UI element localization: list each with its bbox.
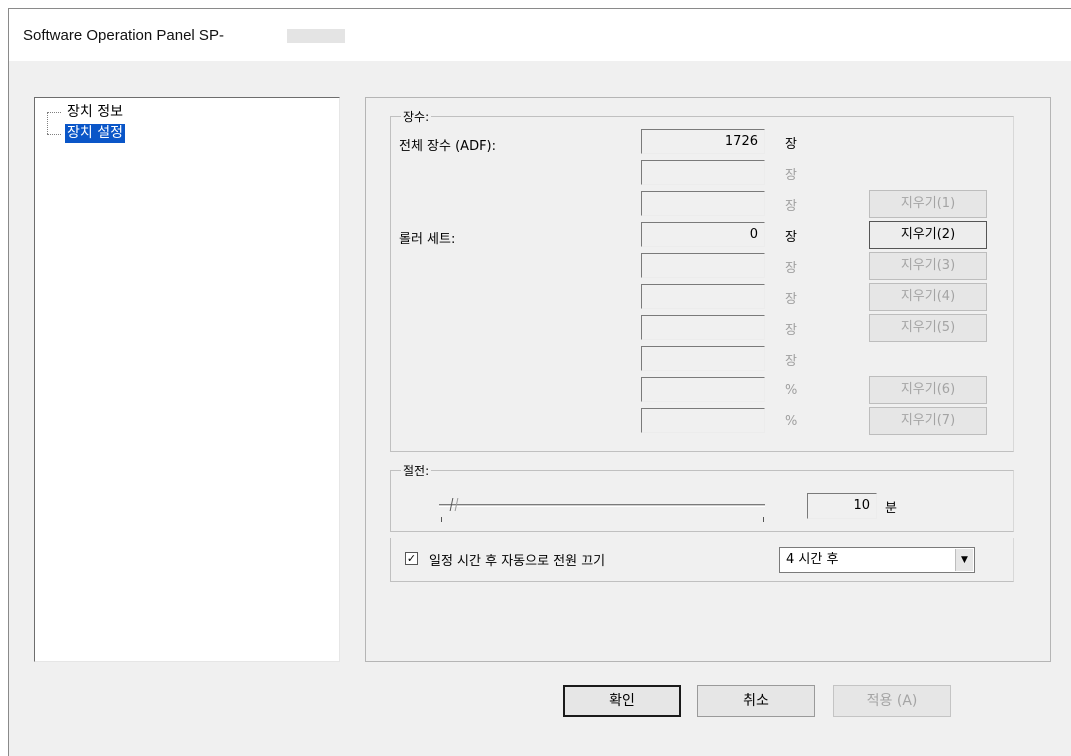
tree-item-device-info[interactable]: 장치 정보: [65, 103, 125, 122]
sheet-count-group: 장수: 전체 장수 (ADF): 롤러 세트: 1726 장 장 장 지우기(1…: [390, 108, 1014, 452]
count-field-1: 1726: [641, 129, 765, 154]
tree-connector: [47, 134, 61, 135]
power-saving-group: 절전: 10 분: [390, 462, 1014, 532]
count-field-4: 0: [641, 222, 765, 247]
count-field-9: [641, 377, 765, 402]
count-unit-7: 장: [785, 323, 797, 338]
settings-panel: 장수: 전체 장수 (ADF): 롤러 세트: 1726 장 장 장 지우기(1…: [365, 97, 1051, 662]
tree-item-device-settings[interactable]: 장치 설정: [65, 124, 125, 143]
count-unit-6: 장: [785, 292, 797, 307]
count-field-6: [641, 284, 765, 309]
clear-button-6[interactable]: 지우기(6): [869, 376, 987, 404]
count-unit-5: 장: [785, 261, 797, 276]
count-field-7: [641, 315, 765, 340]
title-bar: Software Operation Panel SP-: [9, 9, 1071, 61]
auto-power-off-group: ✓ 일정 시간 후 자동으로 전원 끄기 4 시간 후 ▼: [390, 538, 1014, 582]
settings-tree: 장치 정보 장치 설정: [34, 97, 340, 662]
clear-button-1[interactable]: 지우기(1): [869, 190, 987, 218]
count-field-10: [641, 408, 765, 433]
power-saving-group-label: 절전:: [401, 462, 432, 479]
auto-power-off-select-value: 4 시간 후: [786, 552, 839, 567]
clear-button-7[interactable]: 지우기(7): [869, 407, 987, 435]
auto-power-off-select[interactable]: 4 시간 후 ▼: [779, 547, 975, 573]
auto-power-off-checkbox[interactable]: ✓: [405, 552, 418, 565]
count-field-2: [641, 160, 765, 185]
power-saving-slider-track[interactable]: [439, 504, 765, 507]
tree-connector: [47, 112, 61, 113]
count-unit-8: 장: [785, 354, 797, 369]
count-field-8: [641, 346, 765, 371]
clear-button-5[interactable]: 지우기(5): [869, 314, 987, 342]
count-unit-10: %: [785, 414, 798, 429]
clear-button-3[interactable]: 지우기(3): [869, 252, 987, 280]
count-field-3: [641, 191, 765, 216]
count-unit-4: 장: [785, 230, 797, 245]
redacted-model-number: [287, 29, 345, 43]
count-unit-3: 장: [785, 199, 797, 214]
clear-button-2[interactable]: 지우기(2): [869, 221, 987, 249]
apply-button[interactable]: 적용 (A): [833, 685, 951, 717]
window-title: Software Operation Panel SP-: [23, 27, 224, 44]
auto-power-off-label: 일정 시간 후 자동으로 전원 끄기: [429, 554, 606, 569]
sheet-count-group-label: 장수:: [401, 108, 432, 125]
count-unit-2: 장: [785, 168, 797, 183]
clear-button-4[interactable]: 지우기(4): [869, 283, 987, 311]
total-count-label: 전체 장수 (ADF):: [399, 139, 497, 154]
dialog-window: Software Operation Panel SP- 장치 정보 장치 설정…: [8, 8, 1071, 756]
slider-tick: [763, 517, 764, 522]
count-unit-1: 장: [785, 137, 797, 152]
power-saving-unit: 분: [885, 501, 897, 516]
tree-connector: [47, 112, 48, 134]
count-field-5: [641, 253, 765, 278]
roller-set-label: 롤러 세트:: [399, 232, 456, 247]
slider-tick: [441, 517, 442, 522]
count-unit-9: %: [785, 383, 798, 398]
power-saving-minutes-field[interactable]: 10: [807, 493, 877, 519]
cancel-button[interactable]: 취소: [697, 685, 815, 717]
ok-button[interactable]: 확인: [563, 685, 681, 717]
chevron-down-icon[interactable]: ▼: [955, 549, 973, 571]
